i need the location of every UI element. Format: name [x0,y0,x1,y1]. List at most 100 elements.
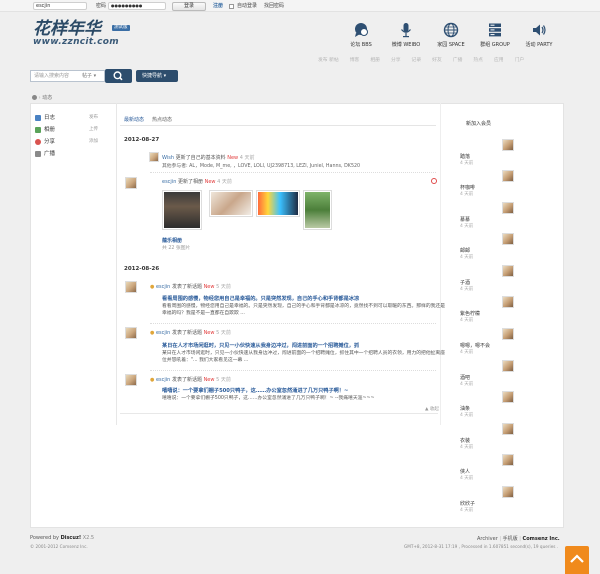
password-label: 密码 [96,3,107,9]
sidebar-item-label: 相册 [44,127,56,133]
username-input[interactable]: escjin [33,2,87,10]
sidebar-item-label: 分享 [44,139,56,145]
feed-user[interactable]: escjin [156,377,170,383]
subnav-item[interactable]: 博客 [350,57,360,65]
member-name[interactable]: 踏落 [460,153,470,160]
subnav-item[interactable]: 好友 [432,57,442,65]
member-time: 4 天前 [460,224,474,229]
member-name[interactable]: 酒吧 [460,374,470,381]
top-login-bar [0,0,600,12]
post-title-link[interactable]: 嘻嘻说：一个要拿们棚子500只鸭子，这……办公室忽然涌进了几万只鸭子啊！~ [162,387,348,394]
member-name[interactable]: 邮邮 [460,247,470,254]
find-password-link[interactable]: 找回密码 [264,0,284,12]
new-badge: New [203,330,215,336]
feed-user[interactable]: escjin [156,330,170,336]
subnav-item[interactable]: 发布 新帖 [318,57,339,65]
feed-user[interactable]: escjin [156,284,170,290]
member-avatar[interactable] [502,486,514,498]
member-avatar[interactable] [502,360,514,372]
subnav-item[interactable]: 相册 [370,57,380,65]
feed-user[interactable]: escjin [162,179,176,185]
comsenz-link[interactable]: Comsenz Inc. [523,536,560,542]
feed-separator [150,323,436,324]
member-avatar[interactable] [502,233,514,245]
member-name[interactable]: 衣装 [460,437,470,444]
album-photo-1[interactable] [162,190,202,230]
quick-nav-button[interactable]: 快捷导航 ▾ [136,70,178,82]
tab-latest[interactable]: 最新动态 [124,116,144,123]
member-avatar[interactable] [502,423,514,435]
back-to-top-button[interactable] [565,546,589,574]
subnav-item[interactable]: 热点 [473,57,483,65]
site-logo[interactable]: 花样年华 [33,14,101,39]
password-input[interactable]: ●●●●●●●●● [108,2,166,10]
album-photo-3[interactable] [256,190,300,217]
member-name[interactable]: 子酒 [460,279,470,286]
nav-weibo[interactable]: 微博 WEIBO [384,22,428,48]
member-name[interactable]: 欣欣子 [460,500,475,507]
archiver-link[interactable]: Archiver [477,536,498,542]
subnav-item[interactable]: 门户 [515,57,525,65]
subnav-item[interactable]: 记录 [412,57,422,65]
nav-group[interactable]: 群组 GROUP [473,22,517,48]
album-photo-2[interactable] [209,190,253,217]
member-name[interactable]: 油条 [460,405,470,412]
feed-action: 发表了新话题 [171,330,202,336]
member-avatar[interactable] [502,202,514,214]
sidebar-item-album[interactable]: 相册 [35,124,55,136]
album-photo-4[interactable] [303,190,332,230]
post-title-link[interactable]: 看看周围的感慢，物经您用自己是幸福的。只是突然发现，自己的手心和手背都是冰凉 [162,295,359,302]
tab-hot[interactable]: 热点动态 [152,116,172,123]
collapse-link[interactable]: ▲ 收起 [425,406,439,412]
feed-item-post: ● escjin 发表了新话题 New 5 天前 [150,329,231,336]
member-name[interactable]: 杯咖啡 [460,184,475,191]
nav-party[interactable]: 活动 PARTY [517,22,561,48]
subnav-item[interactable]: 分享 [391,57,401,65]
post-title-link[interactable]: 某日在人才市场闲逛时，只见一小伙快速从我身边冲过，闯进前面的一个招聘摊位，抓 [162,342,359,349]
sidebar-item-share[interactable]: 分享 [35,136,55,148]
member-avatar[interactable] [502,139,514,151]
discuz-link[interactable]: Discuz! [61,535,82,541]
sidebar-action-add[interactable]: 添加 [89,136,98,148]
member-avatar[interactable] [502,454,514,466]
member-avatar[interactable] [502,170,514,182]
version-label: X2.5 [82,535,95,541]
mobile-link[interactable]: 手机版 [503,536,518,542]
member-name[interactable]: 慕慕 [460,216,470,223]
member-avatar[interactable] [502,328,514,340]
breadcrumb-current[interactable]: 动态 [42,95,52,101]
album-name-link[interactable]: 蕴乐相册 [162,237,182,244]
thread-icon: ● [150,330,155,336]
sidebar-action-publish[interactable]: 发布 [89,112,98,124]
register-link[interactable]: 注册 [213,0,223,12]
member-avatar[interactable] [502,391,514,403]
avatar[interactable] [149,152,159,162]
avatar[interactable] [125,374,137,386]
login-button[interactable]: 登录 [172,1,206,11]
sidebar-action-upload[interactable]: 上传 [89,124,98,136]
member-name[interactable]: 嗯嗯，嗯不会 [460,342,490,349]
member-avatar[interactable] [502,296,514,308]
search-button[interactable] [105,69,132,83]
subnav-item[interactable]: 广播 [453,57,463,65]
powered-by: Powered by Discuz! X2.5 [30,535,94,541]
member-name[interactable]: 侠人 [460,468,470,475]
feed-bottom-line [120,413,438,414]
auto-login-checkbox[interactable] [229,3,234,9]
member-avatar[interactable] [502,265,514,277]
feed-user[interactable]: Wish [162,155,174,161]
nav-space[interactable]: 家园 SPACE [429,22,473,48]
avatar[interactable] [125,327,137,339]
member-name[interactable]: 紫色柠檬 [460,310,480,317]
avatar[interactable] [125,177,137,189]
home-icon[interactable] [32,95,37,100]
search-scope-select[interactable]: 帖子 ▾ [82,70,96,82]
subnav-item[interactable]: 应用 [494,57,504,65]
feed-date: 2012-08-26 [124,266,160,272]
delete-icon[interactable] [431,178,437,184]
avatar[interactable] [125,281,137,293]
sidebar-item-label: 广播 [44,151,56,157]
sidebar-item-blog[interactable]: 日志 [35,112,55,124]
nav-bbs[interactable]: 论坛 BBS [339,22,383,48]
sidebar-item-broadcast[interactable]: 广播 [35,148,55,160]
